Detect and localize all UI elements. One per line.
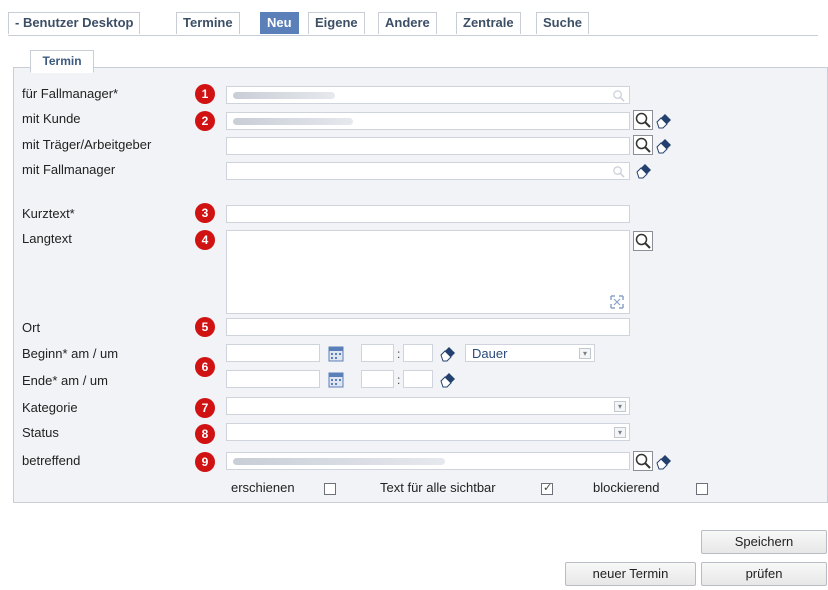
beginn-minute-input[interactable] <box>403 344 433 362</box>
dauer-value: Dauer <box>472 346 508 361</box>
redacted-value <box>233 92 335 99</box>
time-separator: : <box>397 373 401 387</box>
tab-eigene[interactable]: Eigene <box>308 12 365 34</box>
label-kategorie: Kategorie <box>22 400 78 415</box>
label-mit-fallmanager: mit Fallmanager <box>22 162 116 177</box>
neuer-termin-button[interactable]: neuer Termin <box>565 562 696 586</box>
section-title: Termin <box>30 50 94 73</box>
label-langtext: Langtext <box>22 231 72 246</box>
kunde-input[interactable] <box>226 112 630 130</box>
eraser-icon[interactable] <box>438 343 458 363</box>
badge-3: 3 <box>195 203 215 223</box>
badge-1: 1 <box>195 84 215 104</box>
tab-andere[interactable]: Andere <box>378 12 437 34</box>
ort-input[interactable] <box>226 318 630 336</box>
expand-icon[interactable] <box>610 295 624 309</box>
calendar-icon[interactable] <box>328 344 344 362</box>
search-icon[interactable] <box>633 135 653 155</box>
tab-zentrale[interactable]: Zentrale <box>456 12 521 34</box>
beginn-date-input[interactable] <box>226 344 320 362</box>
badge-2: 2 <box>195 111 215 131</box>
label-betreffend: betreffend <box>22 453 81 468</box>
chevron-down-icon[interactable]: ▾ <box>614 427 626 438</box>
pruefen-button[interactable]: prüfen <box>701 562 827 586</box>
search-icon[interactable] <box>633 451 653 471</box>
kategorie-select[interactable]: ▾ <box>226 397 630 415</box>
badge-7: 7 <box>195 398 215 418</box>
speichern-button[interactable]: Speichern <box>701 530 827 554</box>
ende-minute-input[interactable] <box>403 370 433 388</box>
calendar-icon[interactable] <box>328 370 344 388</box>
tab-neu[interactable]: Neu <box>260 12 299 34</box>
status-select[interactable]: ▾ <box>226 423 630 441</box>
blockierend-checkbox[interactable] <box>696 483 708 495</box>
betreffend-input[interactable] <box>226 452 630 470</box>
chevron-down-icon[interactable]: ▾ <box>579 348 591 359</box>
label-mit-traeger: mit Träger/Arbeitgeber <box>22 137 152 152</box>
tab-termine[interactable]: Termine <box>176 12 240 34</box>
badge-8: 8 <box>195 424 215 444</box>
label-status: Status <box>22 425 59 440</box>
fallmanager-required-input[interactable] <box>226 86 630 104</box>
eraser-icon[interactable] <box>654 110 674 130</box>
label-beginn: Beginn* am / um <box>22 346 119 361</box>
tab-suche[interactable]: Suche <box>536 12 590 34</box>
label-erschienen: erschienen <box>231 480 295 495</box>
dauer-select[interactable]: Dauer ▾ <box>465 344 595 362</box>
tab-bar: - Benutzer Desktop Termine Neu Eigene An… <box>8 10 818 36</box>
chevron-down-icon[interactable]: ▾ <box>614 401 626 412</box>
eraser-icon[interactable] <box>438 369 458 389</box>
beginn-hour-input[interactable] <box>361 344 394 362</box>
redacted-value <box>233 458 445 465</box>
label-blockierend: blockierend <box>593 480 660 495</box>
eraser-icon[interactable] <box>654 451 674 471</box>
badge-4: 4 <box>195 230 215 250</box>
search-icon[interactable] <box>633 110 653 130</box>
ende-hour-input[interactable] <box>361 370 394 388</box>
badge-9: 9 <box>195 452 215 472</box>
traeger-input[interactable] <box>226 137 630 155</box>
ende-date-input[interactable] <box>226 370 320 388</box>
search-icon[interactable] <box>633 231 653 251</box>
label-mit-kunde: mit Kunde <box>22 111 81 126</box>
search-icon[interactable] <box>612 165 625 178</box>
label-ende: Ende* am / um <box>22 373 108 388</box>
time-separator: : <box>397 347 401 361</box>
label-ort: Ort <box>22 320 41 335</box>
redacted-value <box>233 118 353 125</box>
search-icon[interactable] <box>612 89 625 102</box>
erschienen-checkbox[interactable] <box>324 483 336 495</box>
label-kurztext: Kurztext* <box>22 206 75 221</box>
label-fuer-fallmanager: für Fallmanager* <box>22 86 119 101</box>
fallmanager-input[interactable] <box>226 162 630 180</box>
tab-benutzer-desktop[interactable]: - Benutzer Desktop <box>8 12 141 34</box>
badge-5: 5 <box>195 317 215 337</box>
badge-6: 6 <box>195 357 215 377</box>
kurztext-input[interactable] <box>226 205 630 223</box>
label-text-fuer-alle-sichtbar: Text für alle sichtbar <box>380 480 496 495</box>
eraser-icon[interactable] <box>654 135 674 155</box>
langtext-textarea[interactable] <box>226 230 630 314</box>
text-fuer-alle-sichtbar-checkbox[interactable] <box>541 481 553 495</box>
eraser-icon[interactable] <box>634 160 654 180</box>
